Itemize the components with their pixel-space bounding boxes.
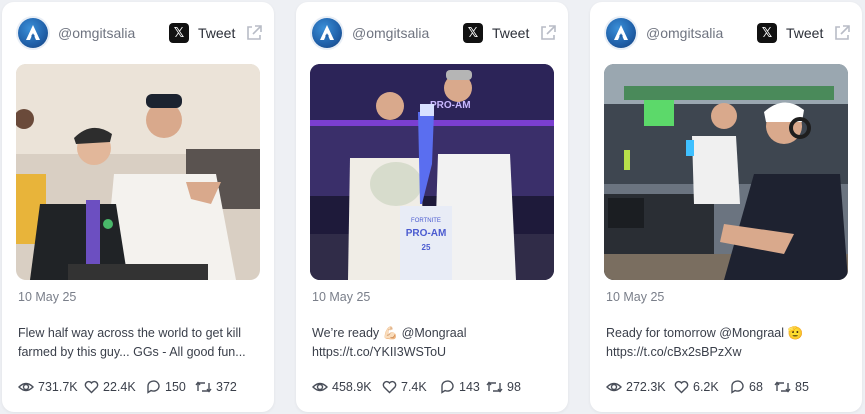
retweets-stat[interactable]: 98 bbox=[486, 378, 521, 396]
eye-icon bbox=[606, 382, 622, 392]
author-handle[interactable]: @omgitsalia bbox=[646, 25, 723, 41]
retweet-icon bbox=[774, 381, 791, 393]
tweet-card[interactable]: @omgitsalia 𝕏 Tweet PRO-AM FORTNITE PRO-… bbox=[296, 2, 568, 412]
replies-count: 143 bbox=[459, 380, 480, 394]
x-logo-icon: 𝕏 bbox=[463, 23, 483, 43]
views-stat: 272.3K bbox=[606, 378, 666, 396]
tweet-label[interactable]: Tweet bbox=[198, 25, 235, 41]
replies-stat[interactable]: 143 bbox=[440, 378, 480, 396]
author-handle[interactable]: @omgitsalia bbox=[352, 25, 429, 41]
tweet-card[interactable]: @omgitsalia 𝕏 Tweet 10 May 25 Ready for … bbox=[590, 2, 862, 412]
retweets-stat[interactable]: 85 bbox=[774, 378, 809, 396]
tweet-text-line: farmed by this guy... GGs - All good fun… bbox=[18, 345, 246, 359]
replies-stat[interactable]: 68 bbox=[730, 378, 763, 396]
tweet-text-line: Ready for tomorrow @Mongraal 🫡 bbox=[606, 326, 804, 340]
heart-icon bbox=[674, 380, 689, 394]
tweet-label[interactable]: Tweet bbox=[492, 25, 529, 41]
author-handle[interactable]: @omgitsalia bbox=[58, 25, 135, 41]
eye-icon bbox=[312, 382, 328, 392]
likes-count: 6.2K bbox=[693, 380, 719, 394]
likes-stat[interactable]: 6.2K bbox=[674, 378, 719, 396]
tweet-photo[interactable]: PRO-AM FORTNITE PRO-AM 25 bbox=[310, 64, 554, 280]
avatar-icon[interactable] bbox=[312, 18, 342, 48]
tweet-photo[interactable] bbox=[604, 64, 848, 280]
tweet-stats: 731.7K 22.4K 150 372 bbox=[18, 378, 264, 396]
replies-count: 68 bbox=[749, 380, 763, 394]
likes-stat[interactable]: 7.4K bbox=[382, 378, 427, 396]
tweet-text-link[interactable]: https://t.co/YKII3WSToU bbox=[312, 343, 552, 362]
tweet-text[interactable]: We’re ready 💪🏻 @Mongraal https://t.co/YK… bbox=[312, 324, 552, 362]
views-stat: 731.7K bbox=[18, 378, 78, 396]
likes-stat[interactable]: 22.4K bbox=[84, 378, 136, 396]
trophy-label: PRO-AM bbox=[406, 228, 447, 239]
views-count: 272.3K bbox=[626, 380, 666, 394]
replies-stat[interactable]: 150 bbox=[146, 378, 186, 396]
tweet-photo[interactable] bbox=[16, 64, 260, 280]
tweet-text-line: Flew half way across the world to get ki… bbox=[18, 326, 242, 340]
external-link-icon[interactable] bbox=[538, 23, 558, 48]
tweet-date: 10 May 25 bbox=[312, 290, 371, 304]
tweet-date: 10 May 25 bbox=[606, 290, 665, 304]
external-link-icon[interactable] bbox=[832, 23, 852, 48]
tweet-text-line: We’re ready 💪🏻 @Mongraal bbox=[312, 326, 467, 340]
eye-icon bbox=[18, 382, 34, 392]
comment-icon bbox=[147, 380, 160, 394]
tweet-date: 10 May 25 bbox=[18, 290, 77, 304]
retweets-stat[interactable]: 372 bbox=[195, 378, 237, 396]
comment-icon bbox=[731, 380, 744, 394]
comment-icon bbox=[441, 380, 454, 394]
retweets-count: 372 bbox=[216, 380, 237, 394]
retweet-icon bbox=[195, 381, 212, 393]
tweet-stats: 458.9K 7.4K 143 98 bbox=[312, 378, 558, 396]
tweet-card[interactable]: @omgitsalia 𝕏 Tweet 10 May 25 Flew half … bbox=[2, 2, 274, 412]
likes-count: 22.4K bbox=[103, 380, 136, 394]
heart-icon bbox=[382, 380, 397, 394]
avatar-icon[interactable] bbox=[18, 18, 48, 48]
views-count: 458.9K bbox=[332, 380, 372, 394]
retweet-icon bbox=[486, 381, 503, 393]
views-count: 731.7K bbox=[38, 380, 78, 394]
card-header: @omgitsalia 𝕏 Tweet bbox=[18, 18, 262, 48]
external-link-icon[interactable] bbox=[244, 23, 264, 48]
x-logo-icon: 𝕏 bbox=[169, 23, 189, 43]
trophy-label: FORTNITE bbox=[411, 218, 441, 224]
x-logo-icon: 𝕏 bbox=[757, 23, 777, 43]
tweet-stats: 272.3K 6.2K 68 85 bbox=[606, 378, 852, 396]
retweets-count: 98 bbox=[507, 380, 521, 394]
trophy-label: 25 bbox=[422, 243, 431, 252]
replies-count: 150 bbox=[165, 380, 186, 394]
avatar-icon[interactable] bbox=[606, 18, 636, 48]
tweet-text[interactable]: Flew half way across the world to get ki… bbox=[18, 324, 258, 362]
tweet-text[interactable]: Ready for tomorrow @Mongraal 🫡 https://t… bbox=[606, 324, 846, 362]
likes-count: 7.4K bbox=[401, 380, 427, 394]
banner-text: PRO-AM bbox=[430, 100, 471, 111]
retweets-count: 85 bbox=[795, 380, 809, 394]
tweet-label[interactable]: Tweet bbox=[786, 25, 823, 41]
card-header: @omgitsalia 𝕏 Tweet bbox=[312, 18, 556, 48]
tweet-text-link[interactable]: https://t.co/cBx2sBPzXw bbox=[606, 343, 846, 362]
views-stat: 458.9K bbox=[312, 378, 372, 396]
heart-icon bbox=[84, 380, 99, 394]
card-header: @omgitsalia 𝕏 Tweet bbox=[606, 18, 850, 48]
